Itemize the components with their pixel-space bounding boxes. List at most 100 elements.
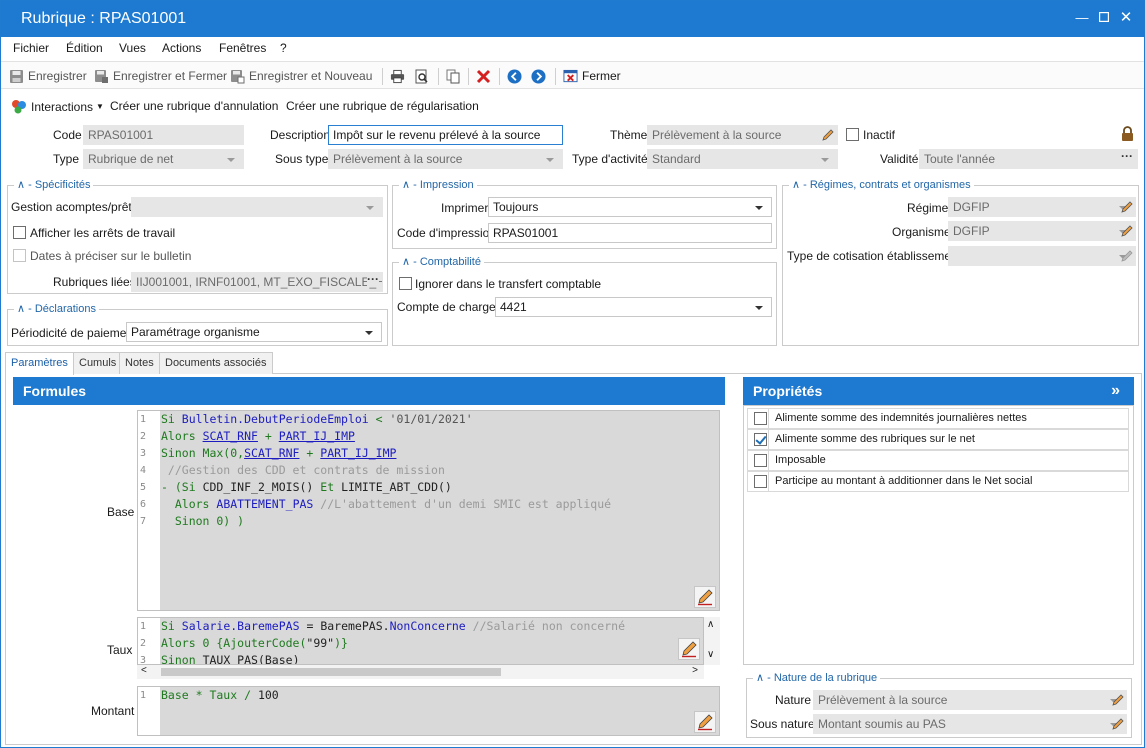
sousnature-label: Sous nature bbox=[750, 717, 815, 731]
collapse-panel-button[interactable]: » bbox=[1111, 377, 1120, 405]
delete-button[interactable] bbox=[476, 68, 495, 84]
tab-documents[interactable]: Documents associés bbox=[159, 352, 273, 374]
interactions-dropdown[interactable]: Interactions ▼ bbox=[11, 99, 104, 114]
code-line: Alors SCAT_RNF + PART_IJ_IMP bbox=[161, 429, 355, 443]
collapse-icon[interactable]: ∧ - bbox=[17, 179, 35, 191]
rubriques-liees-field[interactable]: IIJ001001, IRNF01001, MT_EXO_FISCALE_HS, bbox=[131, 272, 383, 292]
tab-notes[interactable]: Notes bbox=[119, 352, 160, 374]
save-button[interactable]: Enregistrer bbox=[9, 68, 87, 84]
taux-horizontal-scrollbar[interactable]: < > bbox=[137, 665, 704, 679]
next-button[interactable] bbox=[531, 68, 550, 84]
code-field[interactable]: RPAS01001 bbox=[83, 125, 244, 145]
taux-code-editor[interactable]: 123 Si Salarie.BaremePAS = BaremePAS.Non… bbox=[137, 617, 704, 665]
menu-fichier[interactable]: Fichier bbox=[13, 41, 49, 55]
nature-title: ∧ - Nature de la rubrique bbox=[753, 671, 881, 684]
menu-bar: Fichier Édition Vues Actions Fenêtres ? bbox=[1, 37, 1144, 59]
validite-more-button[interactable]: ··· bbox=[1121, 149, 1133, 163]
base-code-editor[interactable]: 1234567 Si Bulletin.DebutPeriodeEmploi <… bbox=[137, 410, 720, 611]
imprimer-field[interactable]: Toujours bbox=[488, 197, 772, 217]
previous-button[interactable] bbox=[507, 68, 526, 84]
edit-taux-button[interactable] bbox=[678, 638, 700, 660]
save-close-button[interactable]: Enregistrer et Fermer bbox=[94, 68, 227, 84]
edit-regime-icon[interactable] bbox=[1120, 200, 1134, 214]
propriete-checkbox[interactable] bbox=[754, 433, 767, 446]
collapse-icon[interactable]: ∧ - bbox=[17, 303, 35, 315]
inactif-checkbox[interactable] bbox=[846, 128, 859, 141]
gestion-field[interactable] bbox=[131, 197, 383, 217]
ignorer-transfert-checkbox[interactable] bbox=[399, 277, 412, 290]
maximize-button[interactable] bbox=[1097, 11, 1111, 25]
nature-title-text: Nature de la rubrique bbox=[773, 672, 878, 684]
edit-cotisation-icon[interactable] bbox=[1120, 249, 1134, 263]
create-cancel-link[interactable]: Créer une rubrique d'annulation bbox=[110, 99, 278, 113]
copy-button[interactable] bbox=[446, 68, 465, 84]
menu-help[interactable]: ? bbox=[280, 41, 287, 55]
code-line: Alors 0 {AjouterCode("99")} bbox=[161, 636, 348, 650]
save-new-button[interactable]: Enregistrer et Nouveau bbox=[230, 68, 372, 84]
edit-nature-icon[interactable] bbox=[1111, 693, 1125, 707]
propriete-row[interactable]: Alimente somme des indemnités journalièr… bbox=[747, 408, 1129, 429]
propriete-checkbox[interactable] bbox=[754, 454, 767, 467]
code-line: Base * Taux / 100 bbox=[161, 688, 279, 702]
save-new-label: Enregistrer et Nouveau bbox=[249, 69, 373, 83]
code-line: Sinon Max(0,SCAT_RNF + PART_IJ_IMP bbox=[161, 446, 397, 460]
compte-charges-field[interactable]: 4421 bbox=[495, 297, 772, 317]
propriete-checkbox[interactable] bbox=[754, 412, 767, 425]
close-button[interactable]: Fermer bbox=[563, 68, 621, 84]
collapse-icon[interactable]: ∧ - bbox=[792, 179, 810, 191]
propriete-row[interactable]: Imposable bbox=[747, 450, 1129, 471]
edit-montant-button[interactable] bbox=[694, 711, 716, 733]
collapse-icon[interactable]: ∧ - bbox=[402, 179, 420, 191]
edit-base-button[interactable] bbox=[694, 586, 716, 608]
edit-sousnature-icon[interactable] bbox=[1111, 717, 1125, 731]
menu-actions[interactable]: Actions bbox=[162, 41, 201, 55]
collapse-icon[interactable]: ∧ - bbox=[402, 256, 420, 268]
formules-header: Formules bbox=[13, 377, 725, 405]
organisme-field[interactable]: DGFIP bbox=[948, 221, 1136, 241]
menu-edition[interactable]: Édition bbox=[66, 41, 103, 55]
rubriques-more-button[interactable]: ··· bbox=[367, 272, 379, 286]
code-impression-field[interactable]: RPAS01001 bbox=[488, 223, 772, 243]
nature-field[interactable]: Prélèvement à la source bbox=[813, 690, 1127, 710]
propriete-checkbox[interactable] bbox=[754, 475, 767, 488]
pencil-icon bbox=[682, 641, 697, 658]
scrollbar-thumb[interactable] bbox=[161, 668, 501, 676]
tab-parametres[interactable]: Paramètres bbox=[5, 352, 74, 375]
sousnature-field[interactable]: Montant soumis au PAS bbox=[813, 714, 1127, 734]
scroll-up-icon[interactable]: ∧ bbox=[707, 619, 714, 630]
tab-cumuls[interactable]: Cumuls bbox=[73, 352, 123, 374]
soustype-field[interactable]: Prélèvement à la source bbox=[328, 149, 563, 169]
scroll-right-icon[interactable]: > bbox=[692, 665, 698, 676]
regime-field[interactable]: DGFIP bbox=[948, 197, 1136, 217]
dates-bulletin-checkbox[interactable] bbox=[13, 249, 26, 262]
print-button[interactable] bbox=[390, 68, 409, 84]
organisme-label: Organisme bbox=[892, 225, 951, 239]
taux-vertical-scrollbar[interactable]: ∧ ∨ bbox=[704, 617, 720, 665]
impression-title: ∧ - Impression bbox=[399, 178, 477, 191]
collapse-icon[interactable]: ∧ - bbox=[756, 672, 774, 684]
declarations-title-text: Déclarations bbox=[34, 303, 96, 315]
montant-code-editor[interactable]: 1 Base * Taux / 100 bbox=[137, 686, 720, 736]
type-field[interactable]: Rubrique de net bbox=[83, 149, 244, 169]
menu-fenetres[interactable]: Fenêtres bbox=[219, 41, 266, 55]
print-preview-button[interactable] bbox=[414, 68, 433, 84]
create-regul-link[interactable]: Créer une rubrique de régularisation bbox=[286, 99, 479, 113]
menu-vues[interactable]: Vues bbox=[119, 41, 146, 55]
scroll-down-icon[interactable]: ∨ bbox=[707, 649, 714, 660]
close-window-button[interactable]: ✕ bbox=[1119, 10, 1133, 25]
soustype-label: Sous type bbox=[275, 152, 329, 166]
scroll-left-icon[interactable]: < bbox=[141, 665, 147, 676]
typeactivite-field[interactable]: Standard bbox=[647, 149, 838, 169]
minimize-button[interactable]: — bbox=[1075, 11, 1089, 25]
validite-field[interactable]: Toute l'année bbox=[919, 149, 1138, 169]
code-impression-label: Code d'impression bbox=[397, 226, 497, 240]
propriete-row[interactable]: Alimente somme des rubriques sur le net bbox=[747, 429, 1129, 450]
afficher-arrets-checkbox[interactable] bbox=[13, 226, 26, 239]
edit-theme-icon[interactable] bbox=[821, 128, 835, 142]
description-field[interactable]: Impôt sur le revenu prélevé à la source bbox=[328, 125, 563, 145]
propriete-row[interactable]: Participe au montant à additionner dans … bbox=[747, 471, 1129, 492]
cotisation-field[interactable] bbox=[948, 246, 1136, 266]
periodicite-field[interactable]: Paramétrage organisme bbox=[126, 322, 382, 342]
theme-field[interactable]: Prélèvement à la source bbox=[647, 125, 838, 145]
edit-organisme-icon[interactable] bbox=[1120, 224, 1134, 238]
